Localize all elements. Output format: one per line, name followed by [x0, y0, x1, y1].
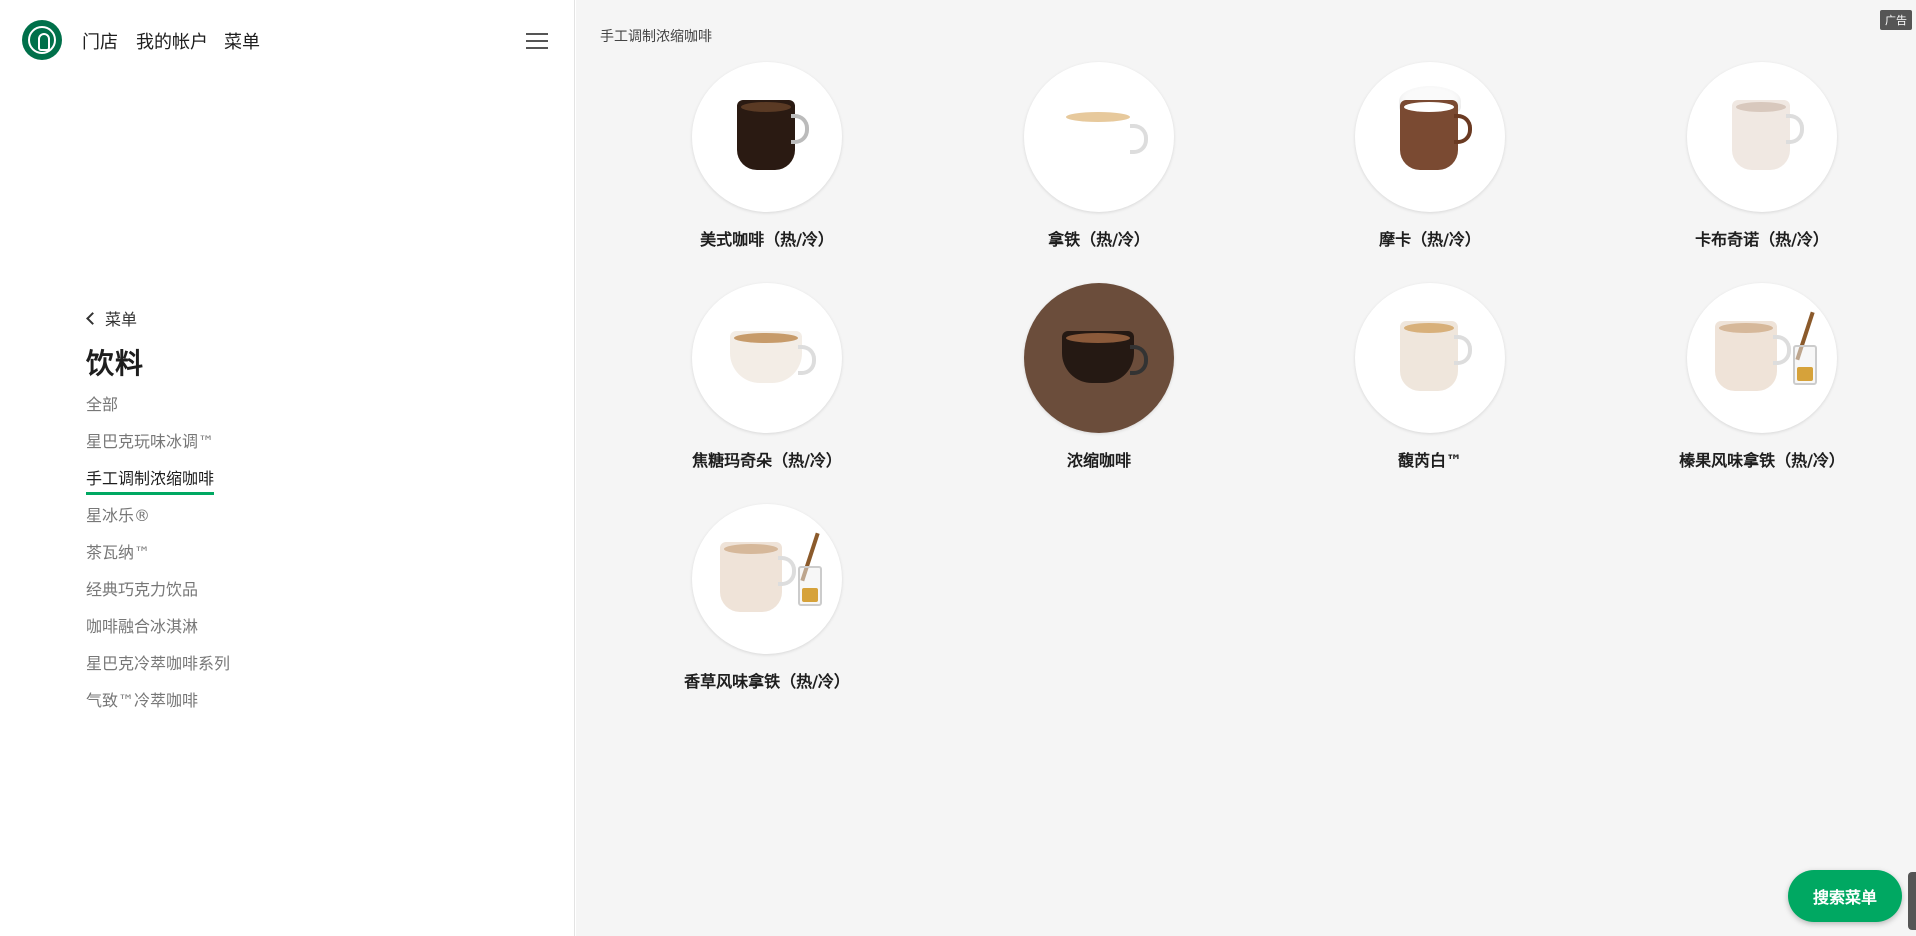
hamburger-menu-icon[interactable] [526, 33, 548, 49]
category-item[interactable]: 全部 [86, 394, 506, 431]
product-item[interactable]: 卡布奇诺（热/冷） [1637, 62, 1887, 250]
product-item[interactable]: 馥芮白™ [1305, 283, 1555, 471]
vanilla-latte-cup-icon[interactable] [692, 504, 842, 654]
product-name: 榛果风味拿铁（热/冷） [1679, 451, 1845, 470]
product-item[interactable]: 榛果风味拿铁（热/冷） [1637, 283, 1887, 471]
category-item[interactable]: 气致™冷萃咖啡 [86, 690, 506, 727]
top-navigation: 门店 我的帐户 菜单 [0, 0, 575, 84]
flat-white-cup-icon[interactable] [1355, 283, 1505, 433]
left-panel: 门店 我的帐户 菜单 菜单 饮料 全部星巴克玩味冰调™ 手工调制浓缩咖啡星冰乐® 茶… [0, 0, 575, 936]
product-item[interactable]: 焦糖玛奇朵（热/冷） [642, 283, 892, 471]
product-name: 焦糖玛奇朵（热/冷） [692, 451, 842, 470]
category-item-label: 星巴克冷萃咖啡系列 [86, 654, 231, 673]
chevron-left-icon [86, 311, 99, 325]
back-to-menu-link[interactable]: 菜单 [86, 306, 506, 330]
category-item-label: 星巴克玩味冰调™ [86, 432, 215, 451]
category-list: 全部星巴克玩味冰调™ 手工调制浓缩咖啡星冰乐® 茶瓦纳™ 经典巧克力饮品 咖啡融合冰淇淋… [86, 394, 506, 727]
category-title: 饮料 [86, 347, 145, 380]
category-item[interactable]: 经典巧克力饮品 [86, 579, 506, 616]
category-item-label: 经典巧克力饮品 [86, 580, 199, 599]
side-edge-tab[interactable] [1908, 872, 1916, 930]
product-item[interactable]: 拿铁（热/冷） [974, 62, 1224, 250]
nav-account-link[interactable]: 我的帐户 [136, 28, 208, 54]
product-name: 香草风味拿铁（热/冷） [684, 672, 850, 691]
nav-menu-link[interactable]: 菜单 [224, 28, 260, 54]
back-link-label: 菜单 [105, 310, 138, 329]
category-item[interactable]: 星冰乐® [86, 505, 506, 542]
category-sidebar: 菜单 饮料 全部星巴克玩味冰调™ 手工调制浓缩咖啡星冰乐® 茶瓦纳™ 经典巧克力饮品咖… [86, 306, 506, 727]
search-menu-button[interactable]: 搜索菜单 [1788, 870, 1902, 922]
category-item-label: 咖啡融合冰淇淋 [86, 617, 199, 636]
americano-cup-icon[interactable] [692, 62, 842, 212]
ad-badge: 广告 [1880, 10, 1912, 30]
product-item[interactable]: 浓缩咖啡 [974, 283, 1224, 471]
category-item-label: 手工调制浓缩咖啡 [86, 468, 215, 495]
category-item[interactable]: 星巴克玩味冰调™ [86, 431, 506, 468]
product-name: 摩卡（热/冷） [1379, 230, 1481, 249]
category-item-label: 全部 [86, 395, 119, 414]
product-item[interactable]: 摩卡（热/冷） [1305, 62, 1555, 250]
category-item-label: 星冰乐® [86, 506, 151, 525]
product-name: 浓缩咖啡 [1066, 451, 1131, 470]
category-item[interactable]: 咖啡融合冰淇淋 [86, 616, 506, 653]
category-item[interactable]: 茶瓦纳™ [86, 542, 506, 579]
section-title: 手工调制浓缩咖啡 [600, 29, 712, 45]
latte-cup-icon[interactable] [1024, 62, 1174, 212]
category-item-label: 气致™冷萃咖啡 [86, 691, 199, 710]
category-item[interactable]: 星巴克冷萃咖啡系列 [86, 653, 506, 690]
product-name: 馥芮白™ [1397, 451, 1462, 470]
product-name: 美式咖啡（热/冷） [700, 230, 834, 249]
starbucks-logo-icon[interactable] [22, 20, 62, 60]
hazelnut-latte-cup-icon[interactable] [1687, 283, 1837, 433]
product-item[interactable]: 香草风味拿铁（热/冷） [642, 504, 892, 692]
nav-stores-link[interactable]: 门店 [82, 28, 118, 54]
product-name: 卡布奇诺（热/冷） [1695, 230, 1829, 249]
product-name: 拿铁（热/冷） [1048, 230, 1150, 249]
product-item[interactable]: 美式咖啡（热/冷） [642, 62, 892, 250]
category-item-label: 茶瓦纳™ [86, 543, 151, 562]
mocha-cup-icon[interactable] [1355, 62, 1505, 212]
category-item[interactable]: 手工调制浓缩咖啡 [86, 468, 506, 505]
content-panel: 手工调制浓缩咖啡 广告 美式咖啡（热/冷） 拿铁（热/冷） 摩卡（热/冷） 卡布奇诺（… [576, 0, 1916, 936]
espresso-cup-icon[interactable] [1024, 283, 1174, 433]
caramel-macchiato-cup-icon[interactable] [692, 283, 842, 433]
cappuccino-cup-icon[interactable] [1687, 62, 1837, 212]
